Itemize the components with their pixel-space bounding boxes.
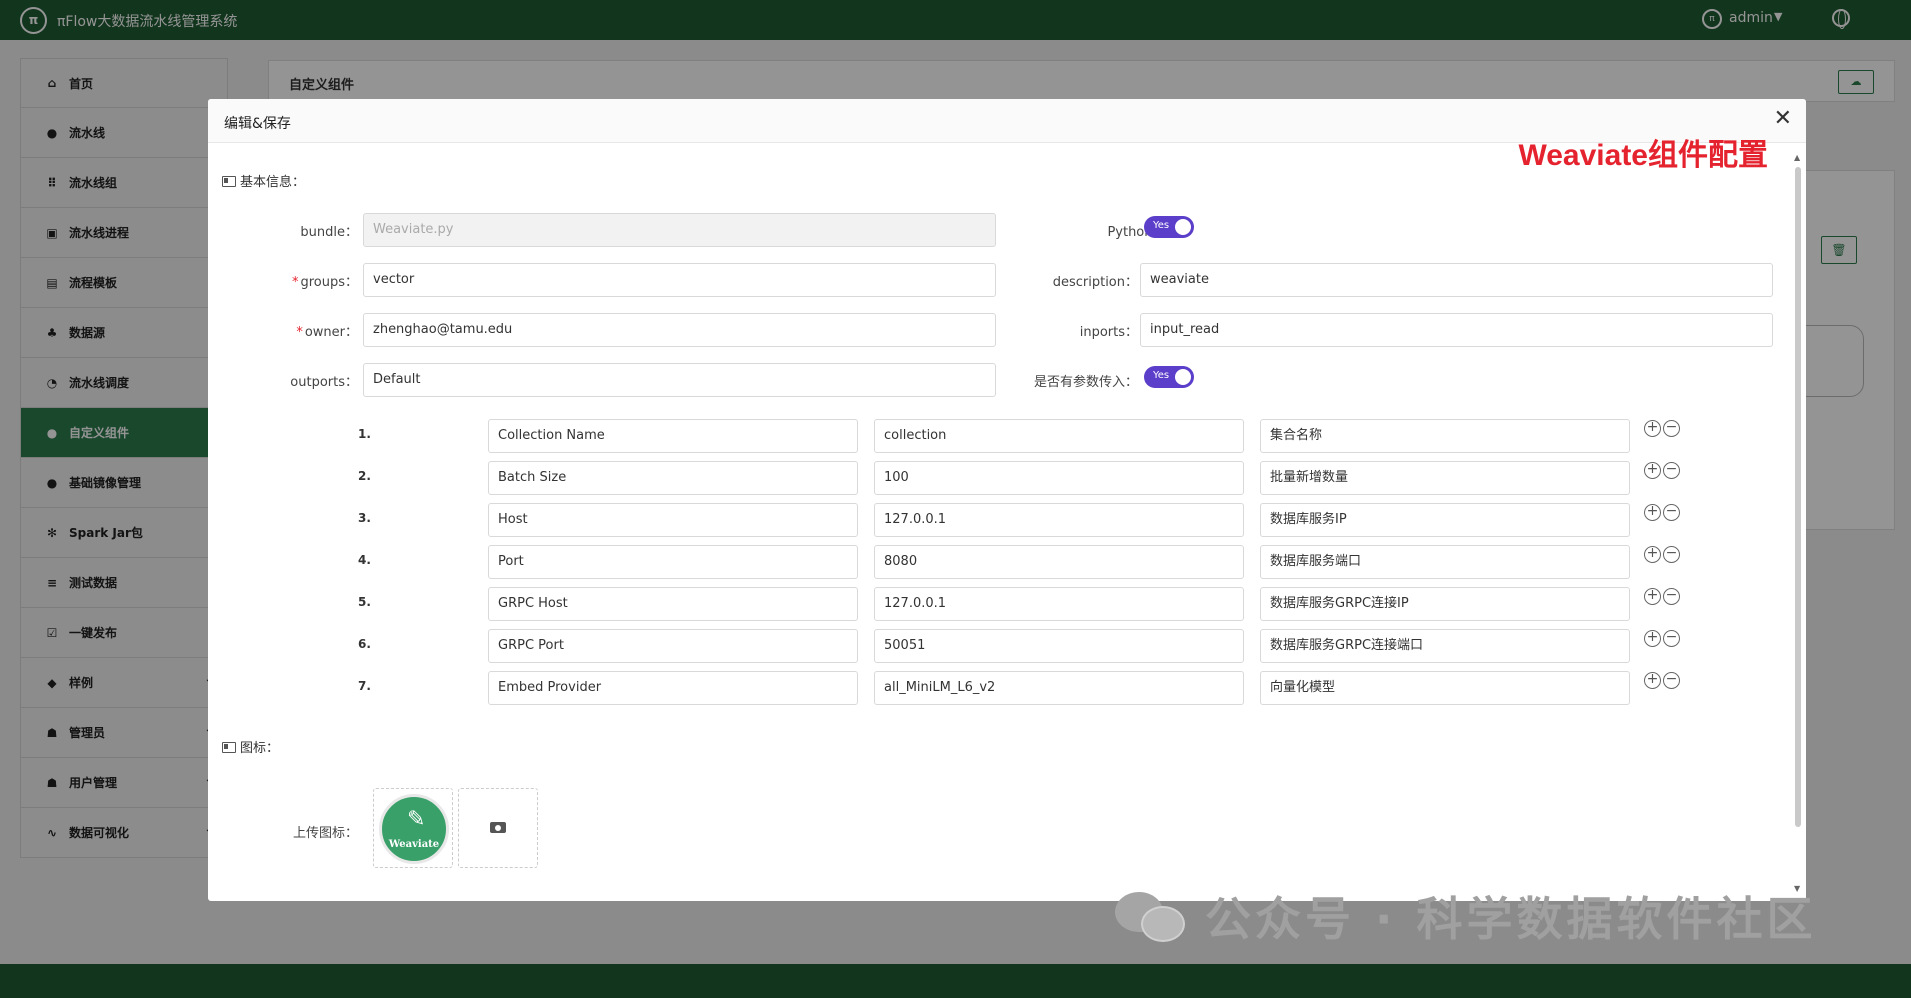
param-desc-field[interactable]: 数据库服务GRPC连接IP <box>1260 587 1630 621</box>
scroll-thumb[interactable] <box>1795 167 1801 827</box>
add-circle-icon[interactable]: + <box>1644 630 1661 647</box>
add-circle-icon[interactable]: + <box>1644 504 1661 521</box>
param-row-number: 5. <box>358 595 371 609</box>
has-params-toggle[interactable]: Yes <box>1144 366 1194 388</box>
remove-circle-icon[interactable]: − <box>1663 546 1680 563</box>
remove-circle-icon[interactable]: − <box>1663 504 1680 521</box>
owner-label: * owner： <box>296 325 358 340</box>
param-value-field[interactable]: collection <box>874 419 1244 453</box>
id-card-icon <box>222 176 236 187</box>
param-row-actions: + − <box>1644 630 1684 648</box>
weaviate-logo-icon: ✎ Weaviate <box>379 794 449 864</box>
description-field[interactable]: weaviate <box>1140 263 1773 297</box>
modal-scrollbar[interactable]: ▲ ▼ <box>1794 153 1802 893</box>
modal-title: 编辑&保存 <box>224 116 291 132</box>
param-row-actions: + − <box>1644 588 1684 606</box>
watermark: 公众号 · 科学数据软件社区 <box>1115 888 1817 946</box>
toggle-text: Yes <box>1153 370 1170 381</box>
param-value-field[interactable]: all_MiniLM_L6_v2 <box>874 671 1244 705</box>
upload-icon-label: 上传图标： <box>292 826 358 841</box>
param-row-number: 7. <box>358 679 371 693</box>
param-desc-field[interactable]: 数据库服务端口 <box>1260 545 1630 579</box>
param-row-number: 2. <box>358 469 371 483</box>
param-name-field[interactable]: Embed Provider <box>488 671 858 705</box>
owner-field[interactable]: zhenghao@tamu.edu <box>363 313 996 347</box>
remove-circle-icon[interactable]: − <box>1663 462 1680 479</box>
remove-circle-icon[interactable]: − <box>1663 630 1680 647</box>
close-icon[interactable]: ✕ <box>1774 108 1792 130</box>
watermark-text: 公众号 · 科学数据软件社区 <box>1205 892 1817 946</box>
bundle-field: Weaviate.py <box>363 213 996 247</box>
wechat-icon <box>1115 888 1187 944</box>
inports-label: inports： <box>1079 325 1138 340</box>
icon-name: Weaviate <box>388 839 440 850</box>
icon-preview[interactable]: ✎ Weaviate <box>373 788 453 868</box>
groups-label: * groups： <box>291 275 358 290</box>
toggle-knob <box>1175 369 1191 385</box>
annotation-label: Weaviate组件配置 <box>1518 139 1768 172</box>
remove-circle-icon[interactable]: − <box>1663 672 1680 689</box>
param-row-actions: + − <box>1644 504 1684 522</box>
groups-field[interactable]: vector <box>363 263 996 297</box>
remove-circle-icon[interactable]: − <box>1663 588 1680 605</box>
param-row-number: 1. <box>358 427 371 441</box>
param-desc-field[interactable]: 数据库服务GRPC连接端口 <box>1260 629 1630 663</box>
param-value-field[interactable]: 127.0.0.1 <box>874 587 1244 621</box>
param-row-actions: + − <box>1644 546 1684 564</box>
param-desc-field[interactable]: 向量化模型 <box>1260 671 1630 705</box>
param-desc-field[interactable]: 批量新增数量 <box>1260 461 1630 495</box>
param-row-actions: + − <box>1644 420 1684 438</box>
id-card-icon <box>222 742 236 753</box>
add-circle-icon[interactable]: + <box>1644 462 1661 479</box>
param-value-field[interactable]: 50051 <box>874 629 1244 663</box>
outports-label: outports： <box>290 375 358 390</box>
edit-save-modal: 编辑&保存 ✕ Weaviate组件配置 基本信息： bundle： Weavi… <box>208 99 1806 901</box>
icon-section-label: 图标： <box>240 741 280 756</box>
toggle-knob <box>1175 219 1191 235</box>
inports-field[interactable]: input_read <box>1140 313 1773 347</box>
camera-icon <box>490 822 506 833</box>
add-circle-icon[interactable]: + <box>1644 420 1661 437</box>
basic-info-section: 基本信息： <box>222 171 305 190</box>
bundle-label: bundle： <box>300 225 358 240</box>
upload-button[interactable] <box>458 788 538 868</box>
param-row-number: 3. <box>358 511 371 525</box>
param-name-field[interactable]: Collection Name <box>488 419 858 453</box>
param-row-actions: + − <box>1644 672 1684 690</box>
owner-label-text: owner： <box>304 325 358 340</box>
description-label: description： <box>1052 275 1138 290</box>
add-circle-icon[interactable]: + <box>1644 588 1661 605</box>
param-name-field[interactable]: Port <box>488 545 858 579</box>
python-component-toggle[interactable]: Yes <box>1144 216 1194 238</box>
param-value-field[interactable]: 8080 <box>874 545 1244 579</box>
has-params-label: 是否有参数传入： <box>1033 375 1138 390</box>
param-desc-field[interactable]: 数据库服务IP <box>1260 503 1630 537</box>
add-circle-icon[interactable]: + <box>1644 546 1661 563</box>
pencil-icon: ✎ <box>407 807 426 832</box>
remove-circle-icon[interactable]: − <box>1663 420 1680 437</box>
basic-info-label: 基本信息： <box>240 175 306 190</box>
scroll-up-icon[interactable]: ▲ <box>1794 153 1800 162</box>
add-circle-icon[interactable]: + <box>1644 672 1661 689</box>
param-value-field[interactable]: 100 <box>874 461 1244 495</box>
param-name-field[interactable]: Batch Size <box>488 461 858 495</box>
param-row-number: 4. <box>358 553 371 567</box>
param-name-field[interactable]: GRPC Host <box>488 587 858 621</box>
param-desc-field[interactable]: 集合名称 <box>1260 419 1630 453</box>
param-row-actions: + − <box>1644 462 1684 480</box>
param-name-field[interactable]: Host <box>488 503 858 537</box>
param-row-number: 6. <box>358 637 371 651</box>
param-name-field[interactable]: GRPC Port <box>488 629 858 663</box>
icon-section: 图标： <box>222 737 279 756</box>
toggle-text: Yes <box>1153 220 1170 231</box>
param-value-field[interactable]: 127.0.0.1 <box>874 503 1244 537</box>
groups-label-text: groups： <box>300 275 358 290</box>
outports-field[interactable]: Default <box>363 363 996 397</box>
